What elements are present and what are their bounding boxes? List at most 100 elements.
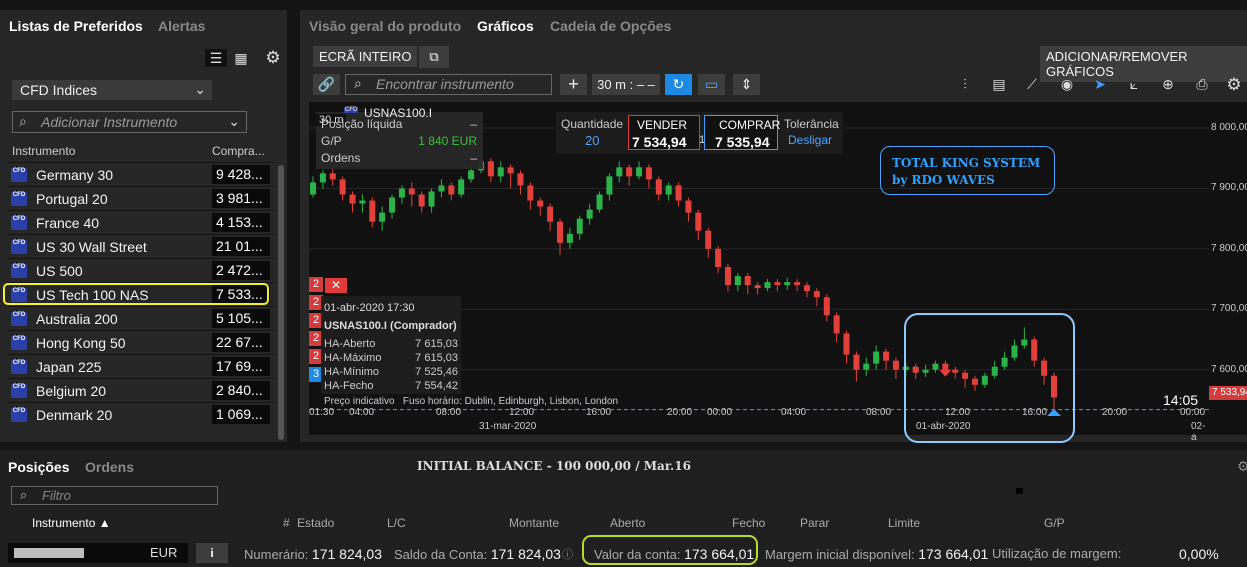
- candle[interactable]: [784, 282, 791, 286]
- candle[interactable]: [873, 351, 880, 364]
- trendline-icon[interactable]: ⟀: [1122, 74, 1146, 95]
- candle[interactable]: [636, 167, 643, 177]
- candle[interactable]: [398, 188, 405, 198]
- camera-icon[interactable]: ⎙: [1190, 74, 1214, 95]
- list-item[interactable]: CFD Belgium 20 2 840...: [8, 378, 276, 402]
- tab-alerts[interactable]: Alertas: [158, 18, 205, 34]
- tab-options-chain[interactable]: Cadeia de Opções: [550, 18, 671, 34]
- candle[interactable]: [310, 182, 316, 195]
- list-item[interactable]: CFD Portugal 20 3 981...: [8, 186, 276, 210]
- col-gp[interactable]: G/P: [1044, 516, 1065, 530]
- candle[interactable]: [645, 167, 652, 180]
- buy-price[interactable]: 3 981...: [212, 189, 270, 208]
- buy-button[interactable]: COMPRAR 7 535,94: [704, 115, 780, 150]
- candle[interactable]: [566, 233, 573, 243]
- candle[interactable]: [408, 188, 415, 195]
- candle[interactable]: [616, 167, 623, 177]
- buy-price[interactable]: 17 69...: [212, 357, 270, 376]
- candle[interactable]: [705, 230, 712, 249]
- candle[interactable]: [418, 194, 425, 207]
- candle[interactable]: [804, 285, 810, 292]
- candle[interactable]: [685, 200, 692, 213]
- gear-icon[interactable]: ⚙: [1222, 74, 1246, 95]
- col-close[interactable]: Fecho: [732, 516, 765, 530]
- candle[interactable]: [369, 200, 376, 222]
- popout-icon[interactable]: ⧉: [419, 46, 449, 68]
- candle[interactable]: [319, 173, 326, 183]
- candle[interactable]: [497, 167, 504, 177]
- candle[interactable]: [448, 185, 455, 195]
- buy-price[interactable]: 2 840...: [212, 381, 270, 400]
- candle[interactable]: [468, 170, 475, 180]
- tab-orders[interactable]: Ordens: [85, 459, 134, 475]
- candle[interactable]: [517, 173, 524, 186]
- fullscreen-button[interactable]: ECRÃ INTEIRO: [313, 46, 418, 67]
- candle[interactable]: [754, 285, 761, 289]
- info-button[interactable]: i: [196, 543, 228, 563]
- col-hash[interactable]: #: [283, 516, 290, 530]
- draw-line-icon[interactable]: ⟋: [1020, 74, 1044, 95]
- quantity-value[interactable]: 20: [585, 133, 599, 148]
- candle[interactable]: [329, 173, 336, 180]
- sell-button[interactable]: VENDER 7 534,94: [628, 115, 700, 150]
- candle[interactable]: [883, 351, 890, 361]
- find-instrument-input[interactable]: ⌕ Encontrar instrumento: [345, 74, 552, 95]
- candle[interactable]: [833, 315, 840, 334]
- scrollbar[interactable]: [278, 165, 284, 440]
- list-view-icon[interactable]: ☰: [205, 49, 227, 67]
- candle[interactable]: [863, 363, 870, 370]
- link-icon[interactable]: 🔗: [313, 74, 340, 95]
- candle[interactable]: [626, 167, 633, 177]
- candle[interactable]: [853, 354, 860, 370]
- col-status[interactable]: Estado: [297, 516, 334, 530]
- eye-icon[interactable]: ◉: [1055, 74, 1079, 95]
- cursor-icon[interactable]: ➤: [1088, 74, 1112, 95]
- tab-watchlists[interactable]: Listas de Preferidos: [9, 18, 143, 34]
- interval-select[interactable]: 30 m : – –: [592, 74, 660, 95]
- buy-price[interactable]: 4 153...: [212, 213, 270, 232]
- info-icon[interactable]: ⓘ: [562, 546, 573, 562]
- order-marker[interactable]: 2: [309, 277, 323, 292]
- candle[interactable]: [576, 218, 583, 234]
- candle[interactable]: [734, 276, 741, 286]
- tab-overview[interactable]: Visão geral do produto: [309, 18, 461, 34]
- candle[interactable]: [507, 167, 514, 174]
- candle[interactable]: [715, 248, 722, 267]
- list-item[interactable]: CFD France 40 4 153...: [8, 210, 276, 234]
- list-item[interactable]: CFD US 500 2 472...: [8, 258, 276, 282]
- buy-price[interactable]: 21 01...: [212, 237, 270, 256]
- col-limit[interactable]: Limite: [888, 516, 920, 530]
- col-lc[interactable]: L/C: [387, 516, 406, 530]
- candle[interactable]: [823, 297, 830, 316]
- candle[interactable]: [764, 282, 771, 289]
- buy-price[interactable]: 2 472...: [212, 261, 270, 280]
- list-item[interactable]: CFD Germany 30 9 428...: [8, 162, 276, 186]
- indicators-icon[interactable]: ⫶: [953, 74, 977, 95]
- col-instrument[interactable]: Instrumento ▲: [32, 516, 111, 530]
- filter-input[interactable]: ⌕ Filtro: [11, 486, 218, 505]
- candle[interactable]: [794, 282, 801, 286]
- candle[interactable]: [379, 212, 386, 222]
- list-item[interactable]: CFD Denmark 20 1 069...: [8, 402, 276, 426]
- candle[interactable]: [487, 161, 494, 177]
- candle[interactable]: [813, 291, 820, 298]
- candle[interactable]: [724, 267, 731, 286]
- zoom-icon[interactable]: ⊕: [1156, 74, 1180, 95]
- candle[interactable]: [339, 179, 346, 195]
- candle[interactable]: [695, 212, 702, 231]
- tolerance-value[interactable]: Desligar: [788, 133, 832, 147]
- candle[interactable]: [774, 282, 781, 286]
- candle[interactable]: [843, 333, 850, 355]
- col-amount[interactable]: Montante: [509, 516, 559, 530]
- candle[interactable]: [675, 185, 682, 201]
- candle[interactable]: [547, 206, 554, 222]
- col-buy[interactable]: Compra...: [212, 144, 265, 158]
- col-open[interactable]: Aberto: [610, 516, 645, 530]
- watchlist-select[interactable]: CFD Indices ⌄: [12, 80, 212, 100]
- candle[interactable]: [655, 179, 662, 195]
- col-stop[interactable]: Parar: [800, 516, 829, 530]
- buy-price[interactable]: 1 069...: [212, 405, 270, 424]
- buy-price[interactable]: 9 428...: [212, 165, 270, 184]
- layout-icon[interactable]: ▭: [698, 74, 725, 95]
- tab-positions[interactable]: Posições: [8, 459, 69, 475]
